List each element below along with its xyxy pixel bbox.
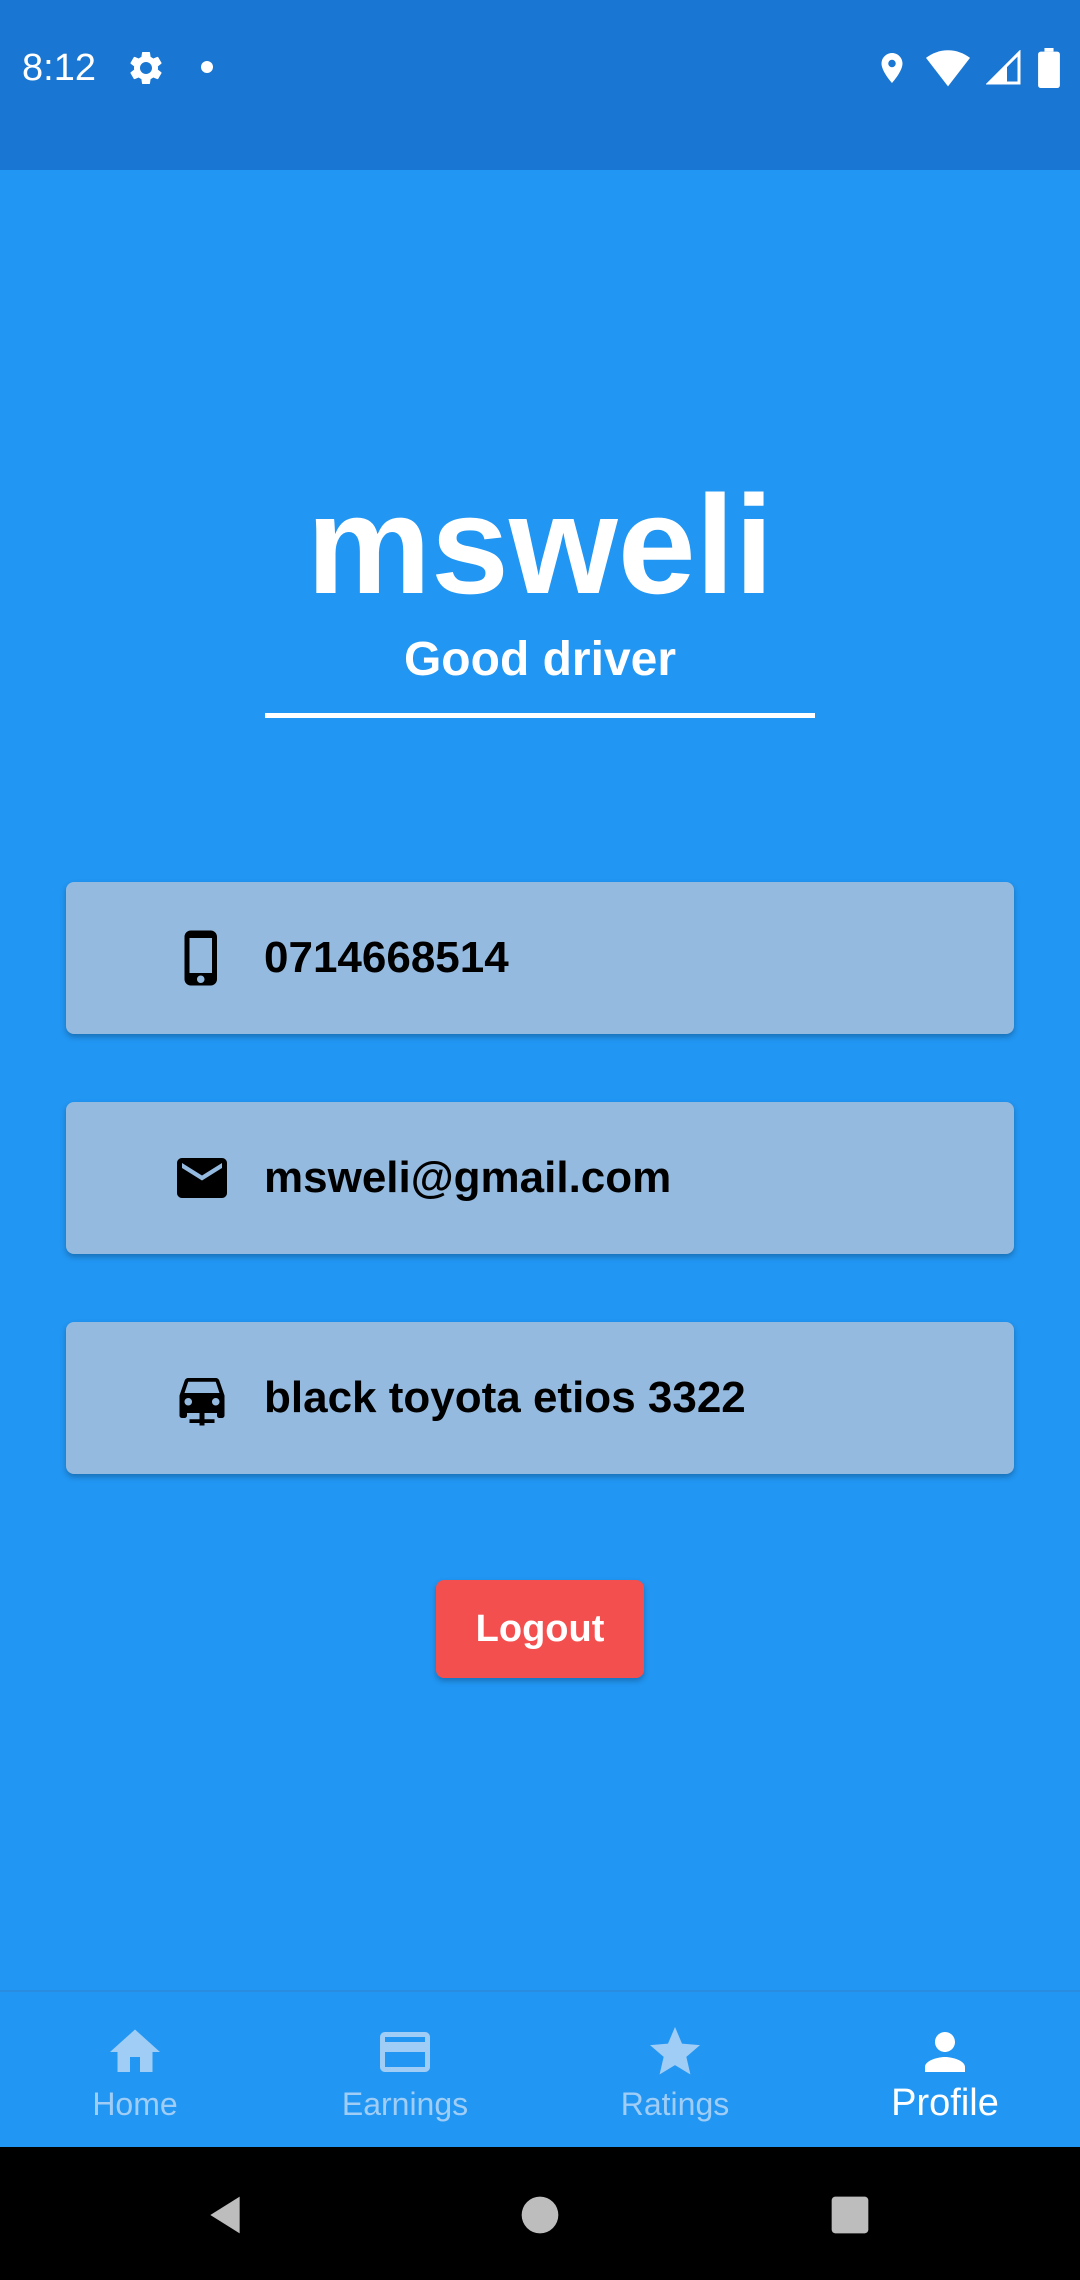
phone-value: 0714668514 — [264, 933, 509, 982]
status-time: 8:12 — [22, 47, 96, 89]
nav-item-earnings[interactable]: Earnings — [270, 1992, 540, 2149]
star-icon — [650, 2027, 700, 2075]
status-bar: 8:12 — [0, 0, 1080, 170]
divider — [265, 713, 815, 718]
credit-card-icon — [380, 2032, 430, 2072]
location-icon — [881, 53, 903, 83]
system-nav-bar — [0, 2147, 1080, 2280]
nav-item-ratings[interactable]: Ratings — [540, 1992, 810, 2149]
home-circle-icon[interactable] — [518, 2193, 562, 2237]
gear-icon — [130, 51, 162, 84]
nav-label-profile: Profile — [891, 2082, 999, 2124]
phone-icon — [184, 930, 217, 986]
signal-icon — [986, 50, 1021, 85]
person-icon — [925, 2032, 965, 2072]
nav-item-home[interactable]: Home — [0, 1992, 270, 2149]
profile-screen: 8:12 msweli Good driver 0714668514 mswel… — [0, 0, 1080, 2280]
nav-item-profile[interactable]: Profile — [810, 1992, 1080, 2149]
battery-icon — [1038, 48, 1060, 88]
home-icon — [110, 2029, 160, 2072]
profile-name: msweli — [306, 466, 774, 623]
back-icon[interactable] — [203, 2193, 247, 2237]
profile-subtitle: Good driver — [403, 633, 677, 686]
email-value: msweli@gmail.com — [264, 1153, 672, 1202]
car-card: black toyota etios 3322 — [66, 1322, 1014, 1474]
notification-dot — [201, 61, 213, 73]
bottom-nav: Home Earnings Ratings Profile — [0, 1990, 1080, 2149]
email-icon — [177, 1158, 227, 1198]
email-card: msweli@gmail.com — [66, 1102, 1014, 1254]
car-value: black toyota etios 3322 — [264, 1373, 746, 1422]
recents-icon[interactable] — [828, 2193, 872, 2237]
status-icons — [874, 46, 1060, 90]
logout-button[interactable]: Logout — [436, 1580, 644, 1678]
nav-label-ratings: Ratings — [620, 2086, 730, 2122]
nav-label-earnings: Earnings — [341, 2086, 469, 2122]
phone-card: 0714668514 — [66, 882, 1014, 1034]
nav-label-home: Home — [92, 2086, 178, 2122]
car-icon — [179, 1378, 225, 1426]
wifi-icon — [926, 50, 970, 87]
